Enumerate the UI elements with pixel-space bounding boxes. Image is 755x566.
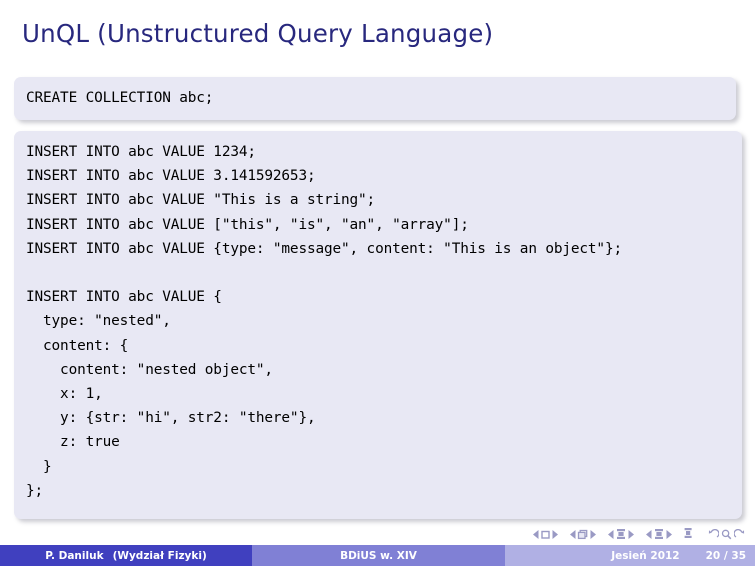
- next-presentation-icon[interactable]: [665, 529, 674, 540]
- nav-group-misc[interactable]: [708, 528, 745, 540]
- footer-bar: P. Daniluk (Wydział Fizyki) BDiUS w. XIV…: [0, 545, 755, 566]
- first-frame-icon[interactable]: [540, 529, 551, 540]
- footer-date-page-segment: Jesień 2012 20 / 35: [505, 545, 755, 566]
- nav-group-presentation[interactable]: [644, 528, 674, 540]
- footer-short-title: BDiUS w. XIV: [340, 549, 417, 562]
- footer-institute: (Wydział Fizyki): [112, 549, 207, 562]
- doc-icon[interactable]: [682, 527, 694, 539]
- forward-icon[interactable]: [734, 528, 745, 540]
- first-section-icon[interactable]: [615, 528, 627, 540]
- code-text-insert-statements: INSERT INTO abc VALUE 1234; INSERT INTO …: [26, 144, 622, 499]
- nav-group-frame[interactable]: [531, 529, 560, 540]
- back-icon[interactable]: [708, 528, 719, 540]
- nav-group-document[interactable]: [682, 527, 694, 541]
- prev-presentation-icon[interactable]: [644, 529, 653, 540]
- prev-section-icon[interactable]: [606, 529, 615, 540]
- footer-author-segment: P. Daniluk (Wydział Fizyki): [0, 545, 252, 566]
- next-section-icon[interactable]: [627, 529, 636, 540]
- footer-date: Jesień 2012: [611, 549, 680, 562]
- nav-group-section[interactable]: [606, 528, 636, 540]
- footer-title-segment: BDiUS w. XIV: [252, 545, 505, 566]
- code-text-create-collection: CREATE COLLECTION abc;: [26, 90, 214, 106]
- page-title: UnQL (Unstructured Query Language): [22, 19, 494, 48]
- code-block-insert-statements: INSERT INTO abc VALUE 1234; INSERT INTO …: [14, 131, 742, 519]
- footer-page-number: 20 / 35: [705, 549, 746, 562]
- search-icon[interactable]: [721, 529, 732, 540]
- footer-author: P. Daniluk: [45, 549, 104, 562]
- next-subsection-icon[interactable]: [589, 529, 598, 540]
- nav-group-subsection[interactable]: [568, 529, 598, 540]
- code-block-create-collection: CREATE COLLECTION abc;: [14, 77, 736, 120]
- prev-subsection-icon[interactable]: [568, 529, 577, 540]
- last-section-icon[interactable]: [653, 528, 665, 540]
- next-frame-icon[interactable]: [551, 529, 560, 540]
- last-frame-icon[interactable]: [577, 529, 589, 540]
- beamer-navigation-symbols[interactable]: [531, 527, 745, 541]
- prev-frame-icon[interactable]: [531, 529, 540, 540]
